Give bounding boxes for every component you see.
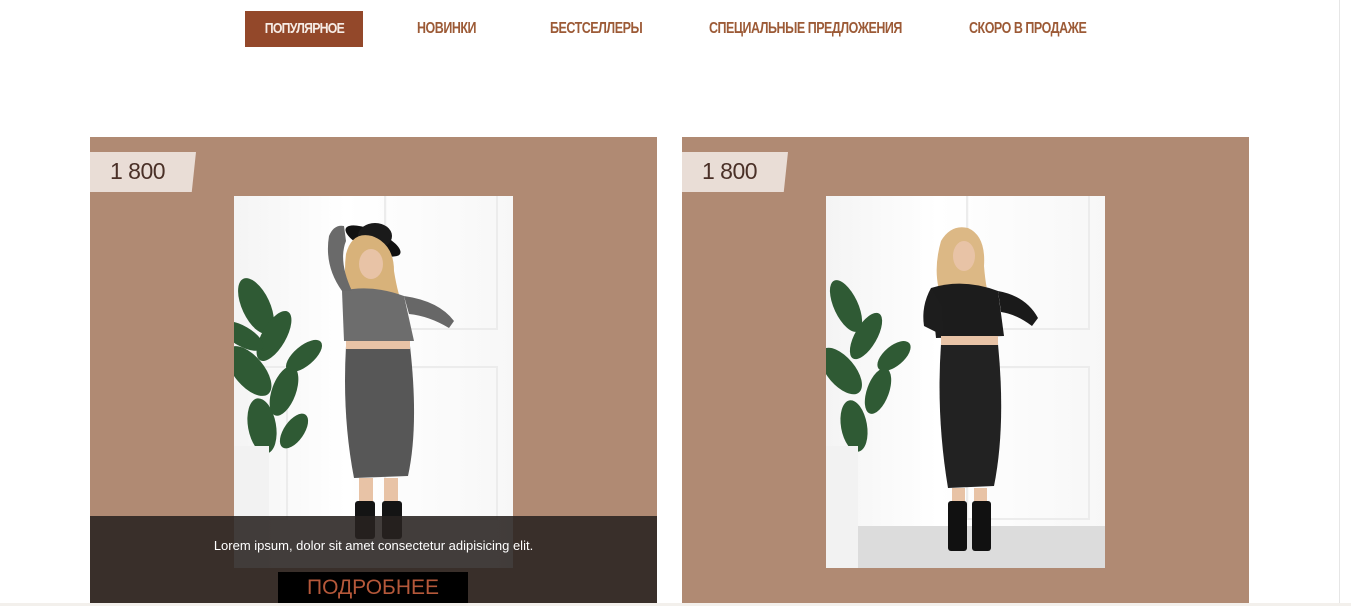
model-illustration [234, 223, 454, 568]
page: ПОПУЛЯРНОЕ НОВИНКИ БЕСТСЕЛЛЕРЫ СПЕЦИАЛЬН… [0, 0, 1351, 606]
product-card[interactable]: 1 800 [682, 137, 1249, 606]
scrollbar-edge [1339, 0, 1340, 606]
tab-bestsellers[interactable]: БЕСТСЕЛЛЕРЫ [550, 11, 643, 47]
details-button[interactable]: ПОДРОБНЕЕ [278, 572, 468, 606]
product-card[interactable]: 1 800 [90, 137, 657, 606]
tab-coming-soon[interactable]: СКОРО В ПРОДАЖЕ [969, 11, 1087, 47]
model-illustration [826, 227, 1038, 568]
price-tag: 1 800 [682, 152, 788, 192]
tab-popular[interactable]: ПОПУЛЯРНОЕ [245, 11, 363, 47]
price-tag: 1 800 [90, 152, 196, 192]
tab-special-offers[interactable]: СПЕЦИАЛЬНЫЕ ПРЕДЛОЖЕНИЯ [709, 11, 902, 47]
product-hover-overlay: Lorem ipsum, dolor sit amet consectetur … [90, 516, 657, 606]
product-description: Lorem ipsum, dolor sit amet consectetur … [213, 538, 534, 553]
product-image[interactable] [234, 196, 513, 568]
tab-new[interactable]: НОВИНКИ [417, 11, 477, 47]
product-image[interactable] [826, 196, 1105, 568]
